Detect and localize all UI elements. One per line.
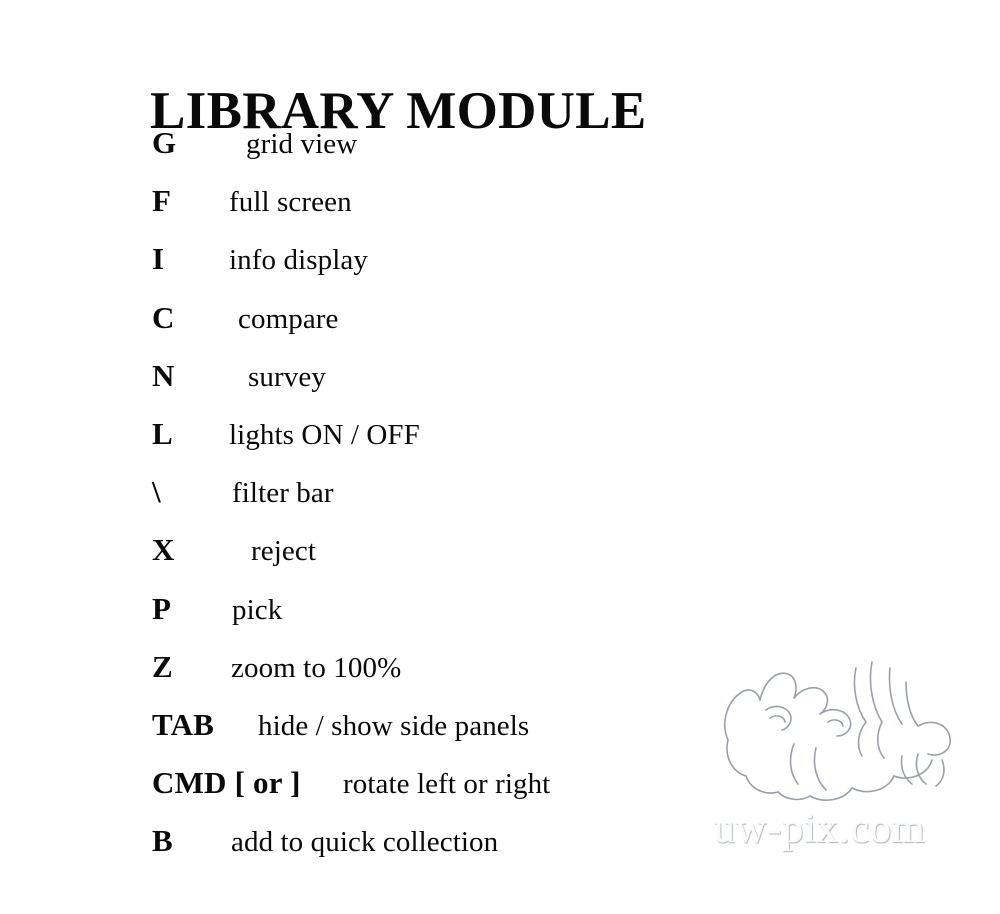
shortcut-description: lights ON / OFF [229, 418, 420, 451]
shortcut-description: reject [251, 535, 316, 568]
document-sheet: LIBRARY MODULE G grid view F full screen… [0, 0, 1000, 914]
shortcut-row: I info display [0, 239, 1000, 297]
shortcut-key: N [152, 357, 175, 393]
shortcut-row: \ filter bar [0, 472, 1000, 530]
shortcut-row: C compare [0, 298, 1000, 356]
shortcut-key: G [152, 125, 177, 160]
shortcut-description: compare [238, 302, 339, 335]
shortcut-list: G grid view F full screen I info display… [0, 123, 1000, 879]
shortcut-row: G grid view [0, 123, 1000, 181]
shortcut-key: F [152, 183, 172, 219]
shortcut-description: grid view [246, 128, 358, 160]
shortcut-key: C [152, 299, 175, 335]
shortcut-key: CMD [ or ] [152, 765, 301, 801]
shortcut-key: \ [152, 474, 161, 510]
shortcut-description: info display [229, 244, 368, 277]
shortcut-description: full screen [229, 186, 352, 219]
shortcut-key: TAB [152, 706, 215, 742]
shortcut-key: L [152, 415, 173, 451]
shortcut-row: L lights ON / OFF [0, 414, 1000, 472]
shortcut-description: filter bar [232, 477, 334, 510]
shortcut-row: Z zoom to 100% [0, 647, 1000, 705]
shortcut-row: P pick [0, 589, 1000, 647]
shortcut-key: B [152, 823, 173, 859]
shortcut-key: I [152, 241, 165, 277]
shortcut-row: N survey [0, 356, 1000, 414]
shortcut-description: hide / show side panels [258, 709, 530, 742]
shortcut-key: Z [152, 648, 173, 684]
shortcut-row: B add to quick collection [0, 821, 1000, 879]
shortcut-row: CMD [ or ] rotate left or right [0, 763, 1000, 821]
shortcut-description: pick [232, 593, 283, 626]
shortcut-row: F full screen [0, 181, 1000, 239]
shortcut-key: X [152, 532, 175, 568]
shortcut-row: X reject [0, 530, 1000, 588]
shortcut-description: rotate left or right [343, 768, 551, 801]
shortcut-row: TAB hide / show side panels [0, 705, 1000, 763]
shortcut-description: zoom to 100% [231, 651, 402, 684]
shortcut-key: P [152, 590, 172, 626]
shortcut-description: survey [248, 360, 326, 393]
shortcut-description: add to quick collection [231, 826, 499, 859]
